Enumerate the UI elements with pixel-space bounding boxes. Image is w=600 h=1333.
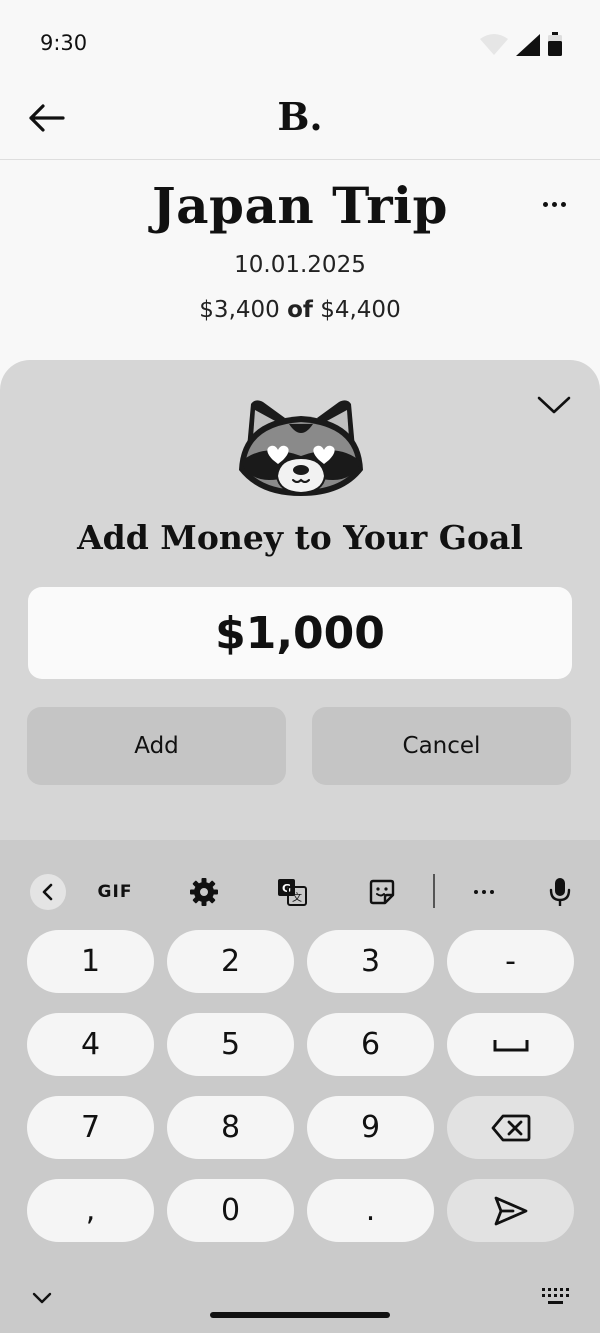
raccoon-heart-eyes-icon [239,400,363,496]
sheet-title: Add Money to Your Goal [77,518,523,557]
cell-signal-icon [516,34,540,56]
toolbar-more-button[interactable] [466,870,502,914]
toolbar-back-button[interactable] [30,874,66,910]
goal-date: 10.01.2025 [234,252,366,278]
key-space[interactable] [447,1013,574,1076]
mic-icon [549,878,571,906]
keyboard-settings-button[interactable] [184,870,224,914]
collapse-sheet-button[interactable] [536,390,572,420]
goal-of-word: of [287,297,313,323]
send-icon [494,1196,527,1225]
key-4[interactable]: 4 [27,1013,154,1076]
goal-title: Japan Trip [151,176,449,235]
keyboard-switch-icon [542,1288,569,1304]
goal-target-amount: $4,400 [320,297,401,323]
svg-text:文: 文 [292,891,302,904]
key-9[interactable]: 9 [307,1096,434,1159]
key-5[interactable]: 5 [167,1013,294,1076]
sticker-icon [369,879,395,905]
add-money-sheet: Add Money to Your Goal Add Cancel [0,360,600,840]
goal-progress: $3,400 of $4,400 [0,297,600,323]
brand-logo: B. [277,94,323,139]
more-horizontal-icon [542,201,566,207]
key-dash[interactable]: - [447,930,574,993]
more-horizontal-icon [474,890,494,894]
wifi-icon [480,34,508,55]
status-bar: 9:30 [0,0,600,86]
gif-button[interactable]: GIF [94,870,136,914]
space-icon [493,1039,528,1051]
home-indicator[interactable] [210,1312,390,1318]
add-button[interactable]: Add [27,707,286,785]
amount-input[interactable] [28,587,572,679]
translate-button[interactable]: G 文 [272,870,312,914]
voice-input-button[interactable] [545,870,575,914]
chevron-down-icon [32,1292,52,1304]
goal-header: Japan Trip 10.01.2025 $3,400 of $4,400 [0,160,600,360]
key-6[interactable]: 6 [307,1013,434,1076]
app-bar: B. [0,86,600,160]
hide-keyboard-button[interactable] [28,1286,56,1310]
key-0[interactable]: 0 [167,1179,294,1242]
chevron-down-icon [537,396,571,414]
cancel-button[interactable]: Cancel [312,707,571,785]
toolbar-divider [433,874,435,908]
key-period[interactable]: . [307,1179,434,1242]
goal-saved-amount: $3,400 [199,297,280,323]
key-send[interactable] [447,1179,574,1242]
keyboard-toolbar: GIF G 文 [0,870,600,914]
gear-icon [190,878,218,906]
translate-icon: G 文 [278,879,307,906]
chevron-left-icon [42,883,53,901]
numeric-keyboard: GIF G 文 1 2 3 - 4 5 6 7 8 9 , 0 . [0,840,600,1333]
more-options-button[interactable] [536,192,572,216]
sticker-button[interactable] [362,870,402,914]
keyboard-switch-button[interactable] [540,1286,570,1310]
battery-icon [548,32,562,56]
key-backspace[interactable] [447,1096,574,1159]
key-comma[interactable]: , [27,1179,154,1242]
status-icons [480,32,562,56]
backspace-icon [491,1114,530,1141]
key-8[interactable]: 8 [167,1096,294,1159]
key-3[interactable]: 3 [307,930,434,993]
key-1[interactable]: 1 [27,930,154,993]
key-7[interactable]: 7 [27,1096,154,1159]
status-time: 9:30 [40,31,88,55]
svg-text:G: G [282,882,291,895]
key-2[interactable]: 2 [167,930,294,993]
